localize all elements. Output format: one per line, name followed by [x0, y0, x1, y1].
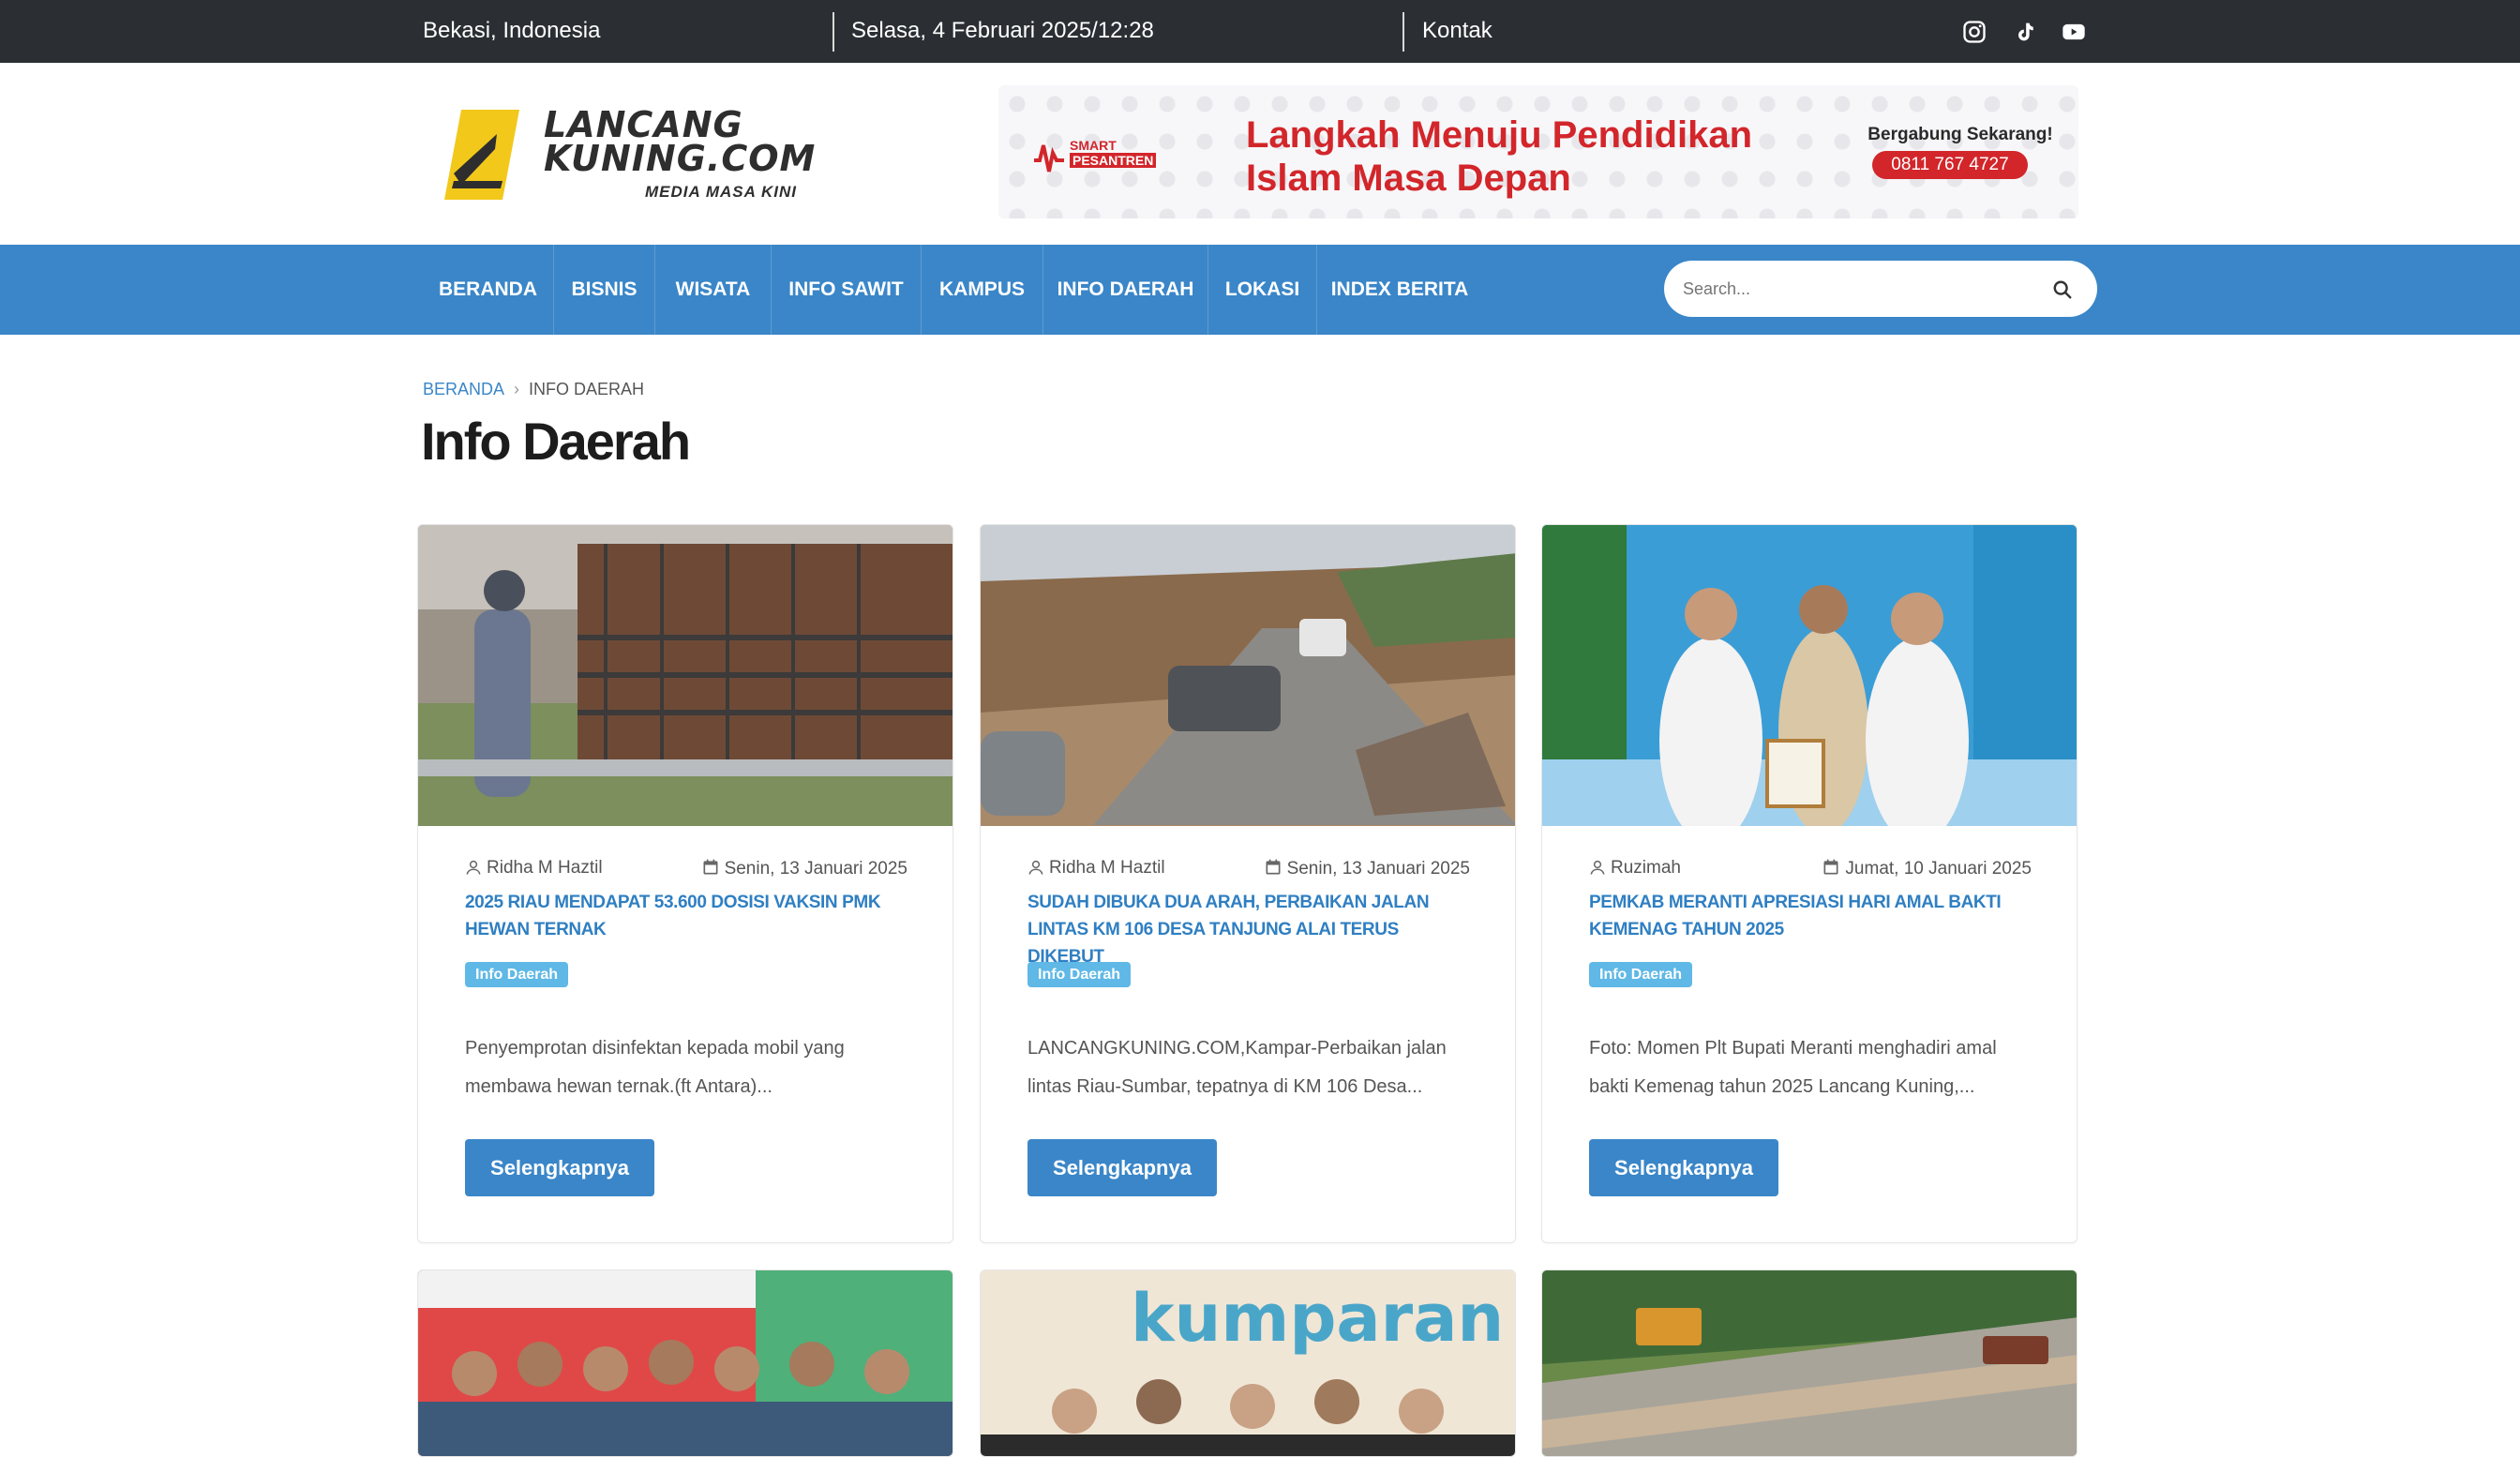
instagram-icon[interactable]: [1961, 19, 1988, 45]
pulse-icon: [1034, 144, 1064, 173]
datetime-text: Selasa, 4 Februari 2025/12:28: [851, 18, 1154, 43]
article-date: Senin, 13 Januari 2025: [701, 858, 908, 879]
site-logo[interactable]: LANCANG KUNING.COM MEDIA MASA KINI: [441, 104, 815, 207]
breadcrumb-current: INFO DAERAH: [529, 380, 645, 398]
read-more-button[interactable]: Selengkapnya: [465, 1139, 654, 1196]
banner-brand-line1: SMART: [1070, 138, 1117, 153]
banner-brand-line2: PESANTREN: [1070, 153, 1157, 168]
nav-item-index-berita[interactable]: INDEX BERITA: [1317, 245, 1482, 335]
article-card: [417, 1269, 953, 1457]
nav-item-beranda[interactable]: BERANDA: [423, 245, 554, 335]
article-author-name: Ridha M Haztil: [1049, 858, 1165, 878]
user-icon: [1590, 860, 1605, 875]
article-author[interactable]: Ridha M Haztil: [465, 858, 603, 879]
divider: [1402, 12, 1404, 52]
article-thumbnail[interactable]: [981, 525, 1516, 826]
kumparan-sign-text: kumparan: [1131, 1280, 1504, 1357]
chevron-right-icon: ›: [514, 380, 520, 398]
article-date-text: Senin, 13 Januari 2025: [1286, 859, 1470, 879]
main-nav: BERANDA BISNIS WISATA INFO SAWIT KAMPUS …: [0, 245, 2520, 335]
divider: [832, 12, 834, 52]
banner-headline: Langkah Menuju Pendidikan Islam Masa Dep…: [1246, 113, 1752, 200]
banner-headline-line2: Islam Masa Depan: [1246, 158, 1571, 199]
nav-item-wisata[interactable]: WISATA: [655, 245, 772, 335]
article-thumbnail[interactable]: [418, 1270, 953, 1457]
article-date: Jumat, 10 Januari 2025: [1822, 858, 2032, 879]
category-badge[interactable]: Info Daerah: [1589, 962, 1693, 987]
article-meta: Ruzimah Jumat, 10 Januari 2025: [1589, 858, 2032, 880]
banner-headline-line1: Langkah Menuju Pendidikan: [1246, 114, 1753, 156]
article-card: Ridha M Haztil Senin, 13 Januari 2025 SU…: [980, 524, 1516, 1243]
article-card: kumparan: [980, 1269, 1516, 1457]
banner-phone-badge: 0811 767 4727: [1872, 151, 2028, 179]
nav-item-lokasi[interactable]: LOKASI: [1208, 245, 1317, 335]
article-meta: Ridha M Haztil Senin, 13 Januari 2025: [1028, 858, 1470, 880]
article-author[interactable]: Ridha M Haztil: [1028, 858, 1165, 879]
article-meta: Ridha M Haztil Senin, 13 Januari 2025: [465, 858, 908, 880]
banner-cta-text: Bergabung Sekarang!: [1868, 125, 2053, 144]
nav-item-bisnis[interactable]: BISNIS: [554, 245, 655, 335]
breadcrumb-home-link[interactable]: BERANDA: [423, 380, 504, 398]
article-date: Senin, 13 Januari 2025: [1264, 858, 1470, 879]
user-icon: [1028, 860, 1043, 875]
article-excerpt: LANCANGKUNING.COM,Kampar-Perbaikan jalan…: [1028, 1038, 1447, 1097]
breadcrumb: BERANDA › INFO DAERAH: [423, 380, 644, 399]
user-icon: [466, 860, 481, 875]
article-thumbnail[interactable]: [418, 525, 953, 826]
logo-tagline: MEDIA MASA KINI: [645, 183, 798, 201]
calendar-icon: [1266, 859, 1281, 875]
article-excerpt: Foto: Momen Plt Bupati Meranti menghadir…: [1589, 1038, 1997, 1097]
article-card: Ridha M Haztil Senin, 13 Januari 2025 20…: [417, 524, 953, 1243]
read-more-button[interactable]: Selengkapnya: [1028, 1139, 1217, 1196]
article-thumbnail[interactable]: [1542, 1270, 2078, 1457]
article-excerpt: Penyemprotan disinfektan kepada mobil ya…: [465, 1038, 845, 1097]
article-author-name: Ridha M Haztil: [487, 858, 603, 878]
search-icon[interactable]: [2052, 279, 2073, 300]
search-input[interactable]: [1683, 270, 2039, 308]
nav-item-kampus[interactable]: KAMPUS: [922, 245, 1043, 335]
site-header: LANCANG KUNING.COM MEDIA MASA KINI SMART…: [0, 63, 2520, 245]
category-badge[interactable]: Info Daerah: [465, 962, 569, 987]
article-date-text: Jumat, 10 Januari 2025: [1845, 859, 2032, 879]
location-text: Bekasi, Indonesia: [423, 18, 601, 43]
article-thumbnail[interactable]: [1542, 525, 2078, 826]
top-bar: Bekasi, Indonesia Selasa, 4 Februari 202…: [0, 0, 2520, 63]
ad-banner[interactable]: SMART PESANTREN Langkah Menuju Pendidika…: [998, 85, 2078, 218]
banner-brand-logo: SMART PESANTREN: [1030, 132, 1171, 179]
logo-text-line2: KUNING.COM: [544, 138, 817, 179]
category-badge[interactable]: Info Daerah: [1028, 962, 1132, 987]
article-title-link[interactable]: SUDAH DIBUKA DUA ARAH, PERBAIKAN JALAN L…: [1028, 889, 1470, 970]
nav-item-info-sawit[interactable]: INFO SAWIT: [772, 245, 922, 335]
page-title: Info Daerah: [421, 412, 691, 471]
logo-mark-icon: [444, 110, 519, 200]
nav-item-info-daerah[interactable]: INFO DAERAH: [1043, 245, 1208, 335]
contact-link[interactable]: Kontak: [1422, 0, 1492, 63]
article-title-link[interactable]: 2025 RIAU MENDAPAT 53.600 DOSISI VAKSIN …: [465, 889, 908, 943]
calendar-icon: [703, 859, 718, 875]
article-author[interactable]: Ruzimah: [1589, 858, 1681, 879]
article-card: Ruzimah Jumat, 10 Januari 2025 PEMKAB ME…: [1541, 524, 2078, 1243]
read-more-button[interactable]: Selengkapnya: [1589, 1139, 1778, 1196]
article-thumbnail[interactable]: kumparan: [981, 1270, 1516, 1457]
tiktok-icon[interactable]: [2012, 19, 2038, 45]
article-title-link[interactable]: PEMKAB MERANTI APRESIASI HARI AMAL BAKTI…: [1589, 889, 2032, 943]
youtube-icon[interactable]: [2061, 19, 2087, 45]
calendar-icon: [1823, 859, 1838, 875]
search-box: [1664, 261, 2097, 317]
article-author-name: Ruzimah: [1611, 858, 1681, 878]
article-date-text: Senin, 13 Januari 2025: [724, 859, 908, 879]
article-card: [1541, 1269, 2078, 1457]
